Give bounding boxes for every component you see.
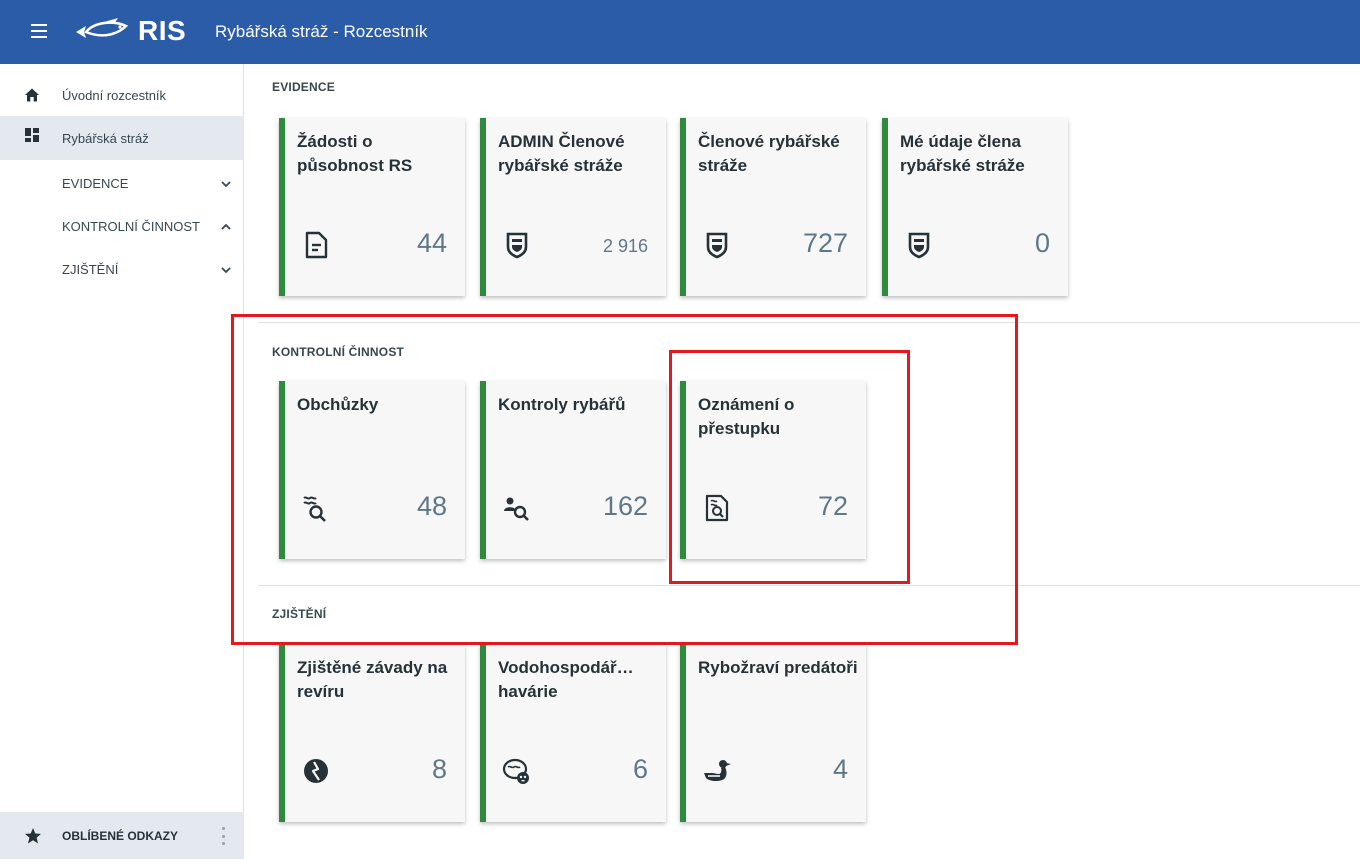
card-title: Členové rybářské stráže	[698, 132, 840, 175]
section-title-evidence: EVIDENCE	[272, 80, 335, 94]
card-vodohospodarske-havarie[interactable]: Vodohospodář… havárie 6	[480, 644, 666, 822]
star-icon	[25, 828, 41, 844]
shield-icon	[706, 232, 728, 259]
card-title: Kontroly rybářů	[498, 395, 626, 414]
sidebar-subitem-label: EVIDENCE	[62, 176, 129, 191]
home-icon	[25, 88, 39, 102]
section-divider	[258, 585, 1360, 586]
section-title-kontrolni-cinnost: KONTROLNÍ ČINNOST	[272, 345, 405, 359]
card-me-udaje-clena[interactable]: Mé údaje člena rybářské stráže 0	[882, 118, 1068, 296]
sidebar-subitem-label: ZJIŠTĚNÍ	[62, 262, 119, 277]
card-zjistene-zavady[interactable]: Zjištěné závady na revíru 8	[279, 644, 465, 822]
card-kontroly-rybaru[interactable]: Kontroly rybářů 162	[480, 381, 666, 559]
card-clenove-rybarske-straze[interactable]: Členové rybářské stráže 727	[680, 118, 866, 296]
damage-icon	[304, 759, 328, 783]
sidebar-subitem-evidence[interactable]: EVIDENCE	[0, 162, 244, 206]
duck-icon	[704, 760, 731, 781]
card-count: 2 916	[602, 236, 648, 256]
sidebar-subitem-label: KONTROLNÍ ČINNOST	[62, 219, 200, 234]
card-title: Obchůzky	[297, 395, 379, 414]
card-title: Vodohospodář… havárie	[498, 658, 634, 701]
card-oznameni-o-prestupku[interactable]: Oznámení o přestupku 72	[680, 381, 866, 559]
fish-logo-icon	[76, 18, 129, 38]
favorites-bar[interactable]: OBLÍBENÉ ODKAZY	[0, 812, 244, 859]
card-title: Zjištěné závady na revíru	[297, 658, 448, 701]
chevron-down-icon	[221, 181, 231, 188]
logo-text: RIS	[138, 15, 187, 46]
person-search-icon	[504, 497, 529, 521]
more-vert-icon[interactable]	[222, 827, 226, 845]
favorites-label: OBLÍBENÉ ODKAZY	[62, 829, 179, 843]
card-count: 0	[1034, 228, 1050, 258]
card-zadosti-o-pusobnost[interactable]: Žádosti o působnost RS 44	[279, 118, 465, 296]
shield-icon	[908, 232, 930, 259]
sidebar-subitem-zjisteni[interactable]: ZJIŠTĚNÍ	[0, 248, 244, 292]
top-app-bar: RIS Rybářská stráž - Rozcestník	[0, 0, 1360, 64]
document-icon	[305, 231, 328, 259]
chevron-up-icon	[221, 223, 231, 230]
sidebar-item-label: Úvodní rozcestník	[62, 87, 167, 103]
water-search-icon	[303, 496, 326, 522]
card-count: 72	[817, 491, 848, 521]
card-title: Rybožraví predátoři	[698, 658, 858, 677]
card-count: 48	[416, 491, 447, 521]
card-obchuzky[interactable]: Obchůzky 48	[279, 381, 465, 559]
card-count: 6	[632, 754, 648, 784]
shield-icon	[506, 232, 528, 259]
card-title: ADMIN Členové rybářské stráže	[498, 132, 625, 175]
app-logo[interactable]: RIS	[74, 15, 186, 47]
card-title: Žádosti o působnost RS	[297, 132, 413, 175]
card-title: Mé údaje člena rybářské stráže	[900, 132, 1025, 175]
card-count: 4	[832, 754, 848, 784]
sidebar: Úvodní rozcestník Rybářská stráž EVIDENC…	[0, 64, 244, 859]
card-count: 8	[431, 754, 447, 784]
card-count: 44	[416, 228, 447, 258]
dashboard-icon	[25, 128, 39, 142]
page-title: Rybářská stráž - Rozcestník	[215, 22, 428, 41]
card-count: 162	[602, 491, 648, 521]
card-admin-clenove[interactable]: ADMIN Členové rybářské stráže 2 916	[480, 118, 666, 296]
chevron-down-icon	[221, 267, 231, 274]
sidebar-item-uvodni-rozcestnik[interactable]: Úvodní rozcestník	[0, 73, 244, 117]
section-divider	[258, 322, 1360, 323]
pollution-icon	[502, 758, 529, 784]
card-title: Oznámení o přestupku	[698, 395, 795, 438]
sidebar-subitem-kontrolni-cinnost[interactable]: KONTROLNÍ ČINNOST	[0, 205, 244, 249]
card-ryboziravi-predatori[interactable]: Rybožraví predátoři 4	[680, 644, 866, 822]
report-search-icon	[705, 494, 729, 522]
menu-icon[interactable]	[31, 24, 47, 38]
sidebar-item-rybarska-straz[interactable]: Rybářská stráž	[0, 116, 244, 160]
section-title-zjisteni: ZJIŠTĚNÍ	[272, 607, 327, 621]
sidebar-item-label: Rybářská stráž	[62, 130, 149, 146]
card-count: 727	[802, 228, 848, 258]
